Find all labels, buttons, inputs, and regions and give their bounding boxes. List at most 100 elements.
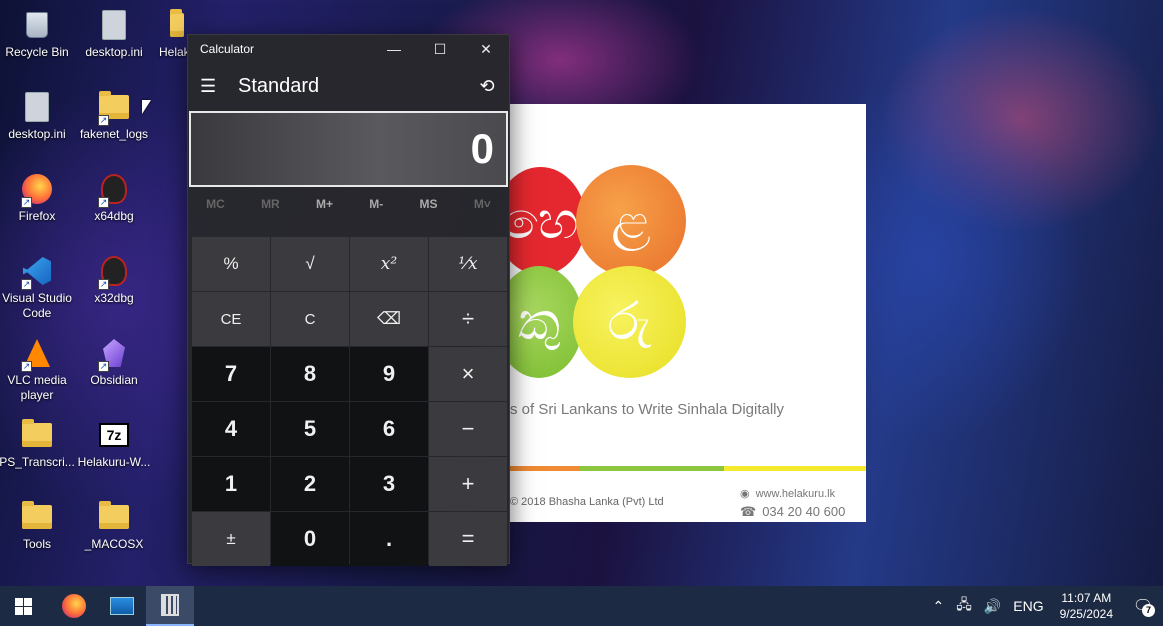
- logo-letter: හෙ: [510, 190, 579, 251]
- desktop-icon-x64dbg[interactable]: ↗ x64dbg: [74, 172, 154, 224]
- splash-phone: 034 20 40 600: [762, 504, 846, 519]
- chevron-up-icon[interactable]: ⌃: [926, 598, 950, 615]
- desktop-icon-desktop-ini[interactable]: desktop.ini: [74, 8, 154, 60]
- equals-button[interactable]: =: [429, 512, 507, 566]
- taskbar-calculator-button[interactable]: [146, 586, 194, 626]
- desktop-icon-x32dbg[interactable]: ↗ x32dbg: [74, 254, 154, 306]
- close-button[interactable]: ✕: [463, 35, 509, 63]
- globe-icon: ◉: [740, 488, 750, 500]
- memory-add-button[interactable]: M+: [316, 197, 333, 211]
- digit-2-button[interactable]: 2: [271, 457, 349, 511]
- digit-7-button[interactable]: 7: [192, 347, 270, 401]
- desktop-icon-label: VLC media player: [7, 373, 67, 402]
- desktop-icon-helak[interactable]: Helak: [150, 8, 188, 60]
- clock-time: 11:07 AM: [1061, 591, 1112, 605]
- folder-icon: [170, 8, 184, 42]
- folder-icon: [19, 418, 55, 452]
- menu-icon[interactable]: ☰: [200, 76, 230, 97]
- color-bar-orange: [510, 466, 580, 471]
- add-button[interactable]: +: [429, 457, 507, 511]
- vlc-icon: ↗: [19, 336, 55, 372]
- digit-3-button[interactable]: 3: [350, 457, 428, 511]
- decimal-button[interactable]: .: [350, 512, 428, 566]
- minimize-button[interactable]: —: [371, 35, 417, 63]
- desktop-icon-obsidian[interactable]: ↗ Obsidian: [74, 336, 154, 388]
- splash-website: www.helakuru.lk: [755, 488, 836, 500]
- digit-8-button[interactable]: 8: [271, 347, 349, 401]
- desktop-icon-label: Visual Studio Code: [2, 291, 72, 320]
- result-display: 0: [189, 111, 508, 187]
- system-tray: ⌃ 🖧 🔊 ENG 11:07 AM 9/25/2024 🗨 7: [926, 586, 1163, 626]
- history-icon[interactable]: ⟲: [465, 76, 509, 97]
- subtract-button[interactable]: −: [429, 402, 507, 456]
- desktop-icon-ps-transcript[interactable]: PS_Transcri...: [0, 418, 77, 470]
- negate-button[interactable]: ±: [192, 512, 270, 566]
- digit-1-button[interactable]: 1: [192, 457, 270, 511]
- logo-letter: කු: [517, 291, 561, 352]
- volume-icon[interactable]: 🔊: [978, 598, 1007, 615]
- calculator-icon: [161, 594, 179, 616]
- x32dbg-icon: ↗: [96, 254, 132, 290]
- desktop-icon-helakuru-7z[interactable]: 7z Helakuru-W...: [74, 418, 154, 470]
- 7zip-icon: 7z: [96, 418, 132, 452]
- desktop-icon-fakenet-logs[interactable]: ↗ fakenet_logs: [74, 90, 154, 142]
- digit-5-button[interactable]: 5: [271, 402, 349, 456]
- desktop-icon-vscode[interactable]: ↗ Visual Studio Code: [0, 254, 77, 321]
- memory-clear-button[interactable]: MC: [206, 197, 225, 211]
- splash-contact: ◉ www.helakuru.lk ☎ 034 20 40 600: [740, 486, 845, 520]
- desktop-icon-vlc[interactable]: ↗ VLC media player: [0, 336, 77, 403]
- clear-entry-button[interactable]: CE: [192, 292, 270, 346]
- desktop-icon-tools[interactable]: Tools: [0, 500, 77, 552]
- memory-list-button[interactable]: M˅: [474, 197, 491, 211]
- obsidian-icon: ↗: [96, 336, 132, 372]
- logo-letter: ළ: [611, 190, 651, 251]
- percent-button[interactable]: %: [192, 237, 270, 291]
- clock[interactable]: 11:07 AM 9/25/2024: [1050, 590, 1123, 622]
- calculator-window: Calculator — ☐ ✕ ☰ Standard ⟲ 0 MC MR M+…: [187, 34, 510, 566]
- reciprocal-button[interactable]: ¹⁄x: [429, 237, 507, 291]
- backspace-button[interactable]: ⌫: [350, 292, 428, 346]
- desktop-icon-macosx[interactable]: _MACOSX: [74, 500, 154, 552]
- divide-button[interactable]: ÷: [429, 292, 507, 346]
- desktop-icon-desktop-ini-2[interactable]: desktop.ini: [0, 90, 77, 142]
- digit-9-button[interactable]: 9: [350, 347, 428, 401]
- notification-center-button[interactable]: 🗨 7: [1123, 596, 1163, 617]
- square-root-button[interactable]: √: [271, 237, 349, 291]
- folder-icon: ↗: [96, 90, 132, 126]
- desktop-icon-recycle-bin[interactable]: Recycle Bin: [0, 8, 77, 60]
- mouse-cursor-icon: [142, 100, 151, 114]
- start-icon: [14, 597, 32, 615]
- desktop-icon-label: Obsidian: [90, 373, 138, 387]
- multiply-button[interactable]: ×: [429, 347, 507, 401]
- desktop-icon-label: x64dbg: [94, 209, 134, 223]
- network-icon[interactable]: 🖧: [950, 594, 978, 618]
- digit-4-button[interactable]: 4: [192, 402, 270, 456]
- firefox-icon: [62, 594, 86, 618]
- digit-6-button[interactable]: 6: [350, 402, 428, 456]
- taskbar-task-manager-button[interactable]: [98, 586, 146, 626]
- clock-date: 9/25/2024: [1059, 607, 1113, 621]
- desktop-icon-label: Recycle Bin: [5, 45, 69, 59]
- settings-file-icon: [19, 90, 55, 124]
- logo-letter: රු: [607, 291, 652, 352]
- maximize-button[interactable]: ☐: [417, 35, 463, 63]
- notification-count: 7: [1142, 604, 1155, 617]
- start-button[interactable]: [0, 586, 46, 626]
- folder-icon: [96, 500, 132, 534]
- memory-subtract-button[interactable]: M-: [369, 197, 383, 211]
- desktop-icon-label: x32dbg: [94, 291, 134, 305]
- vscode-icon: ↗: [19, 254, 55, 290]
- square-button[interactable]: x²: [350, 237, 428, 291]
- clear-button[interactable]: C: [271, 292, 349, 346]
- memory-recall-button[interactable]: MR: [261, 197, 280, 211]
- memory-store-button[interactable]: MS: [420, 197, 438, 211]
- title-bar[interactable]: Calculator — ☐ ✕: [188, 35, 509, 63]
- language-indicator[interactable]: ENG: [1007, 598, 1049, 614]
- desktop-icon-firefox[interactable]: ↗ Firefox: [0, 172, 77, 224]
- desktop-icon-label: PS_Transcri...: [0, 455, 75, 469]
- window-title: Calculator: [200, 42, 255, 56]
- desktop-icon-label: Firefox: [18, 209, 56, 223]
- settings-file-icon: [96, 8, 132, 42]
- taskbar-firefox-button[interactable]: [50, 586, 98, 626]
- digit-0-button[interactable]: 0: [271, 512, 349, 566]
